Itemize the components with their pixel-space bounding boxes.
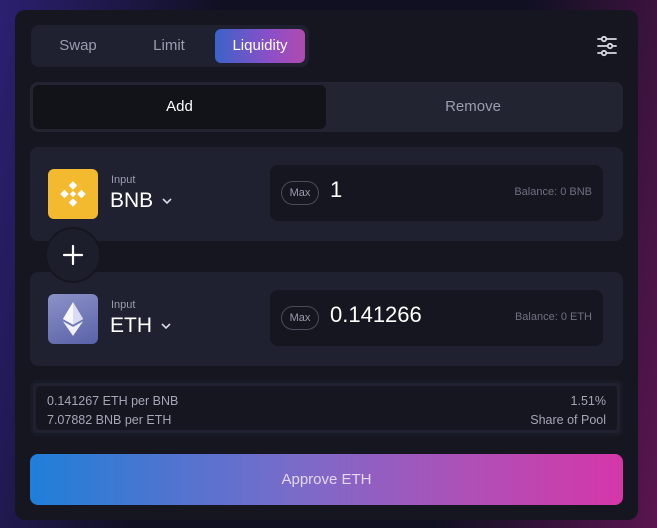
pool-info-box: 0.141267 ETH per BNB 7.07882 BNB per ETH… — [30, 380, 623, 436]
approve-button[interactable]: Approve ETH — [30, 454, 623, 505]
token-label: Input — [111, 299, 136, 311]
amount-field: Max 0.141266 Balance: 0 ETH — [270, 290, 603, 346]
token-symbol: ETH — [110, 314, 152, 337]
amount-input[interactable]: 1 — [330, 177, 342, 203]
pool-share-value: 1.51% — [570, 394, 606, 408]
max-button[interactable]: Max — [281, 181, 319, 205]
add-remove-toggle: Add Remove — [30, 82, 623, 132]
tab-limit[interactable]: Limit — [124, 29, 214, 63]
pool-share-label: Share of Pool — [530, 413, 606, 427]
amount-input[interactable]: 0.141266 — [330, 302, 422, 328]
chevron-down-icon — [161, 323, 171, 330]
liquidity-card: Swap Limit Liquidity Add Remove Input BN… — [15, 10, 638, 520]
add-button[interactable]: Add — [33, 85, 326, 129]
settings-sliders-icon[interactable] — [595, 34, 619, 58]
token-input-panel-bnb: Input BNB Max 1 Balance: 0 BNB — [30, 147, 623, 241]
bnb-icon — [48, 169, 98, 219]
rate-eth-per-bnb: 0.141267 ETH per BNB — [47, 394, 179, 408]
balance-text: Balance: 0 BNB — [514, 186, 592, 198]
balance-text: Balance: 0 ETH — [514, 311, 592, 323]
remove-button[interactable]: Remove — [326, 85, 620, 129]
chevron-down-icon — [162, 198, 172, 205]
plus-icon — [45, 227, 101, 283]
amount-field: Max 1 Balance: 0 BNB — [270, 165, 603, 221]
tab-liquidity[interactable]: Liquidity — [215, 29, 305, 63]
token-select-bnb[interactable]: BNB — [110, 189, 173, 213]
eth-icon — [48, 294, 98, 344]
token-input-panel-eth: Input ETH Max 0.141266 Balance: 0 ETH — [30, 272, 623, 366]
trade-tabs: Swap Limit Liquidity — [31, 25, 309, 67]
tab-swap[interactable]: Swap — [35, 29, 121, 63]
token-symbol: BNB — [110, 189, 154, 212]
max-button[interactable]: Max — [281, 306, 319, 330]
rate-bnb-per-eth: 7.07882 BNB per ETH — [47, 413, 172, 427]
token-select-eth[interactable]: ETH — [110, 314, 172, 338]
token-label: Input — [111, 174, 136, 186]
